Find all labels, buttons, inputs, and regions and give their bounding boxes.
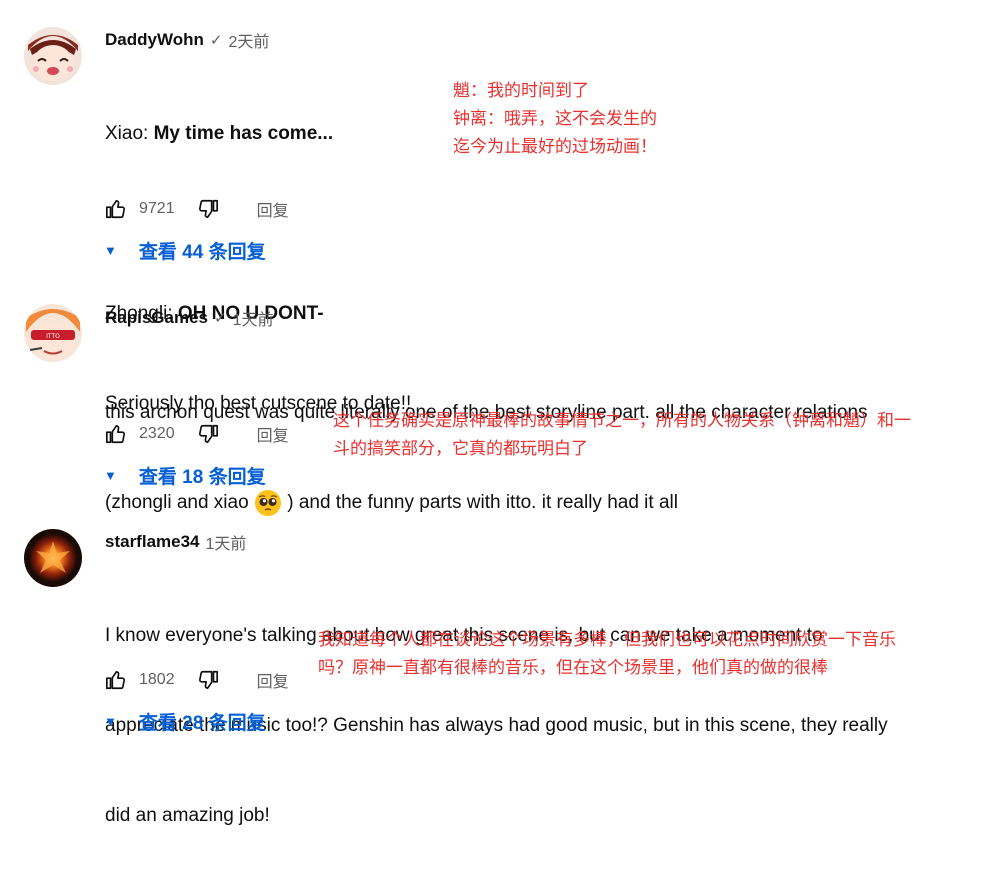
comment-actions: 2320 回复 — [105, 421, 289, 447]
thumbs-down-icon[interactable] — [197, 669, 219, 691]
author-name[interactable]: RapisGames — [105, 308, 208, 328]
quote-text: My time has come... — [153, 123, 334, 144]
view-replies-button[interactable]: ▼ 查看 44 条回复 — [104, 237, 266, 263]
annotation-line: 这个任务确实是原神最棒的故事情节之一，所有的人物关系（钟离和魈）和一 — [333, 411, 911, 431]
comment-line-part: ) and the funny parts with itto. it real… — [281, 492, 678, 513]
annotation-line: 斗的搞笑部分，它真的都玩明白了 — [333, 439, 588, 459]
thumbs-down-icon[interactable] — [197, 423, 219, 445]
thumbs-up-icon[interactable] — [105, 423, 127, 445]
comment-line: did an amazing job! — [105, 805, 270, 826]
like-count: 1802 — [139, 671, 175, 688]
author-name[interactable]: starflame34 — [105, 532, 200, 552]
view-replies-button[interactable]: ▼ 查看 28 条回复 — [104, 708, 266, 734]
svg-text:ITTO: ITTO — [46, 333, 60, 340]
avatar[interactable]: ITTO — [24, 304, 82, 362]
annotation-line: 吗？原神一直都有很棒的音乐，但在这个场景里，他们真的做的很棒 — [318, 658, 828, 678]
reply-button[interactable]: 回复 — [257, 197, 289, 221]
reply-button[interactable]: 回复 — [257, 668, 289, 692]
pleading-face-emoji — [254, 489, 282, 517]
comment-time[interactable]: 2天前 — [228, 28, 269, 52]
comment-actions: 1802 回复 — [105, 667, 289, 693]
comment-actions: 9721 回复 — [105, 196, 289, 222]
comment-line: (zhongli and xiao ) and the funny parts … — [105, 488, 868, 518]
caret-down-icon: ▼ — [104, 467, 117, 483]
annotation-line: 迄今为止最好的过场动画！ — [453, 137, 657, 157]
comment-time[interactable]: 1天前 — [206, 530, 247, 554]
speaker-label: Xiao: — [105, 123, 154, 144]
translation-annotation: 这个任务确实是原神最棒的故事情节之一，所有的人物关系（钟离和魈）和一 斗的搞笑部… — [333, 407, 911, 463]
caret-down-icon: ▼ — [104, 242, 117, 258]
view-replies-label: 查看 28 条回复 — [138, 712, 266, 734]
avatar[interactable] — [24, 27, 82, 85]
like-count: 2320 — [139, 425, 175, 442]
comment-time[interactable]: 1天前 — [233, 306, 274, 330]
thumbs-down-icon[interactable] — [197, 198, 219, 220]
annotation-line: 我知道每个人都在谈论这个场景有多棒，但我们也可以花点时间欣赏一下音乐 — [318, 630, 896, 650]
author-name[interactable]: DaddyWohn — [105, 30, 204, 50]
reply-button[interactable]: 回复 — [257, 422, 289, 446]
comment-header: DaddyWohn ✓ 2天前 — [105, 29, 269, 51]
caret-down-icon: ▼ — [104, 713, 117, 729]
comment-header: starflame34 1天前 — [105, 531, 246, 553]
thumbs-up-icon[interactable] — [105, 669, 127, 691]
view-replies-label: 查看 44 条回复 — [138, 241, 266, 263]
like-count: 9721 — [139, 200, 175, 217]
translation-annotation: 魈：我的时间到了 钟离：哦弄，这不会发生的 迄今为止最好的过场动画！ — [453, 77, 657, 161]
annotation-line: 钟离：哦弄，这不会发生的 — [453, 109, 657, 129]
verified-check-icon: ✓ — [209, 32, 223, 49]
verified-check-icon: ✓ — [214, 310, 227, 327]
view-replies-button[interactable]: ▼ 查看 18 条回复 — [104, 462, 266, 488]
thumbs-up-icon[interactable] — [105, 198, 127, 220]
comment-line-part: (zhongli and xiao — [105, 492, 254, 513]
comment-header: RapisGames ✓ 1天前 — [105, 307, 273, 329]
view-replies-label: 查看 18 条回复 — [138, 466, 266, 488]
annotation-line: 魈：我的时间到了 — [453, 81, 589, 101]
translation-annotation: 我知道每个人都在谈论这个场景有多棒，但我们也可以花点时间欣赏一下音乐 吗？原神一… — [318, 626, 896, 682]
avatar[interactable] — [24, 529, 82, 587]
